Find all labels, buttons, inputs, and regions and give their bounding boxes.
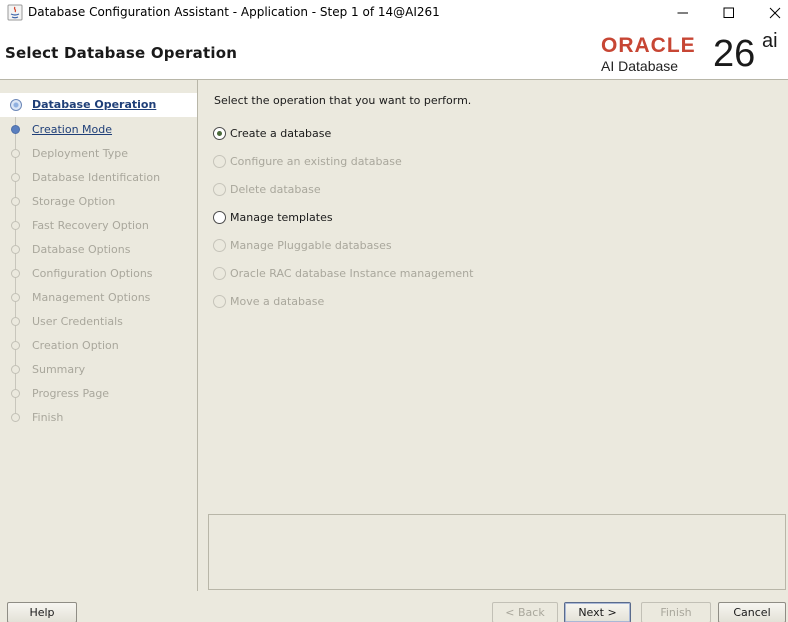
- step-pending-icon: [11, 389, 20, 398]
- option-label: Configure an existing database: [230, 155, 402, 168]
- option-label[interactable]: Manage templates: [230, 211, 333, 224]
- step-pending-icon: [11, 341, 20, 350]
- close-button[interactable]: [752, 0, 788, 26]
- option-create-database[interactable]: Create a database: [213, 125, 613, 143]
- minimize-button[interactable]: [660, 0, 706, 26]
- option-label: Oracle RAC database Instance management: [230, 267, 474, 280]
- option-configure-existing-database: Configure an existing database: [213, 153, 613, 171]
- step-creation-mode[interactable]: Creation Mode: [0, 119, 197, 141]
- step-pending-icon: [11, 365, 20, 374]
- step-label: Database Operation: [32, 98, 157, 111]
- step-pending-icon: [11, 173, 20, 182]
- step-user-credentials: User Credentials: [0, 311, 197, 333]
- oracle-ai-database-logo: ORACLE AI Database 26 ai: [600, 30, 784, 76]
- logo-brand: ORACLE: [601, 34, 696, 57]
- step-pending-icon: [11, 317, 20, 326]
- logo-suffix: ai: [762, 30, 778, 52]
- step-label: Management Options: [32, 291, 151, 304]
- maximize-button[interactable]: [706, 0, 752, 26]
- step-label: Finish: [32, 411, 64, 424]
- step-summary: Summary: [0, 359, 197, 381]
- page-title: Select Database Operation: [5, 44, 238, 62]
- dbca-window: Database Configuration Assistant - Appli…: [0, 0, 788, 622]
- step-label: Storage Option: [32, 195, 116, 208]
- maximize-icon: [723, 7, 734, 18]
- step-pending-icon: [11, 149, 20, 158]
- java-app-icon: [7, 4, 23, 21]
- step-label: Progress Page: [32, 387, 110, 400]
- step-storage-option: Storage Option: [0, 191, 197, 213]
- radio-icon[interactable]: [213, 211, 226, 224]
- step-database-identification: Database Identification: [0, 167, 197, 189]
- step-label: Summary: [32, 363, 86, 376]
- radio-icon: [213, 155, 226, 168]
- step-label: Database Identification: [32, 171, 161, 184]
- step-label: Creation Option: [32, 339, 119, 352]
- back-button: < Back: [492, 602, 558, 622]
- step-pending-icon: [11, 413, 20, 422]
- step-deployment-type: Deployment Type: [0, 143, 197, 165]
- logo-product: AI Database: [601, 58, 679, 74]
- minimize-icon: [677, 12, 688, 14]
- step-label: Configuration Options: [32, 267, 153, 280]
- step-label: Creation Mode: [32, 123, 113, 136]
- logo-version: 26: [713, 33, 756, 75]
- description-box: [208, 514, 786, 590]
- step-management-options: Management Options: [0, 287, 197, 309]
- header-banner: Select Database Operation ORACLE AI Data…: [0, 26, 788, 80]
- step-configuration-options: Configuration Options: [0, 263, 197, 285]
- step-progress-page: Progress Page: [0, 383, 197, 405]
- step-label: Deployment Type: [32, 147, 129, 160]
- option-move-database: Move a database: [213, 293, 613, 311]
- window-title: Database Configuration Assistant - Appli…: [28, 5, 440, 19]
- radio-icon: [213, 295, 226, 308]
- finish-button: Finish: [641, 602, 711, 622]
- radio-selected-icon[interactable]: [213, 127, 226, 140]
- radio-icon: [213, 183, 226, 196]
- option-manage-templates[interactable]: Manage templates: [213, 209, 613, 227]
- option-delete-database: Delete database: [213, 181, 613, 199]
- next-button[interactable]: Next >: [564, 602, 631, 622]
- step-pending-icon: [11, 293, 20, 302]
- close-icon: [769, 7, 781, 19]
- step-pending-icon: [11, 197, 20, 206]
- option-label[interactable]: Create a database: [230, 127, 331, 140]
- option-label: Delete database: [230, 183, 321, 196]
- step-pending-icon: [11, 221, 20, 230]
- step-creation-option: Creation Option: [0, 335, 197, 357]
- step-database-operation[interactable]: Database Operation: [0, 93, 197, 117]
- steps-panel: Database Operation Creation Mode Deploym…: [0, 80, 198, 591]
- option-label: Manage Pluggable databases: [230, 239, 392, 252]
- step-database-options: Database Options: [0, 239, 197, 261]
- option-manage-pluggable-databases: Manage Pluggable databases: [213, 237, 613, 255]
- step-label: User Credentials: [32, 315, 123, 328]
- radio-icon: [213, 267, 226, 280]
- step-current-icon: [10, 99, 22, 111]
- step-available-icon: [11, 125, 20, 134]
- option-rac-instance-management: Oracle RAC database Instance management: [213, 265, 613, 283]
- help-button[interactable]: Help: [7, 602, 77, 622]
- title-bar: Database Configuration Assistant - Appli…: [0, 0, 788, 26]
- cancel-button[interactable]: Cancel: [718, 602, 786, 622]
- radio-icon: [213, 239, 226, 252]
- step-pending-icon: [11, 245, 20, 254]
- step-pending-icon: [11, 269, 20, 278]
- operation-prompt: Select the operation that you want to pe…: [214, 94, 472, 107]
- step-finish: Finish: [0, 407, 197, 429]
- step-label: Fast Recovery Option: [32, 219, 149, 232]
- option-label: Move a database: [230, 295, 325, 308]
- step-label: Database Options: [32, 243, 131, 256]
- content-panel: Select the operation that you want to pe…: [198, 80, 788, 591]
- step-fast-recovery-option: Fast Recovery Option: [0, 215, 197, 237]
